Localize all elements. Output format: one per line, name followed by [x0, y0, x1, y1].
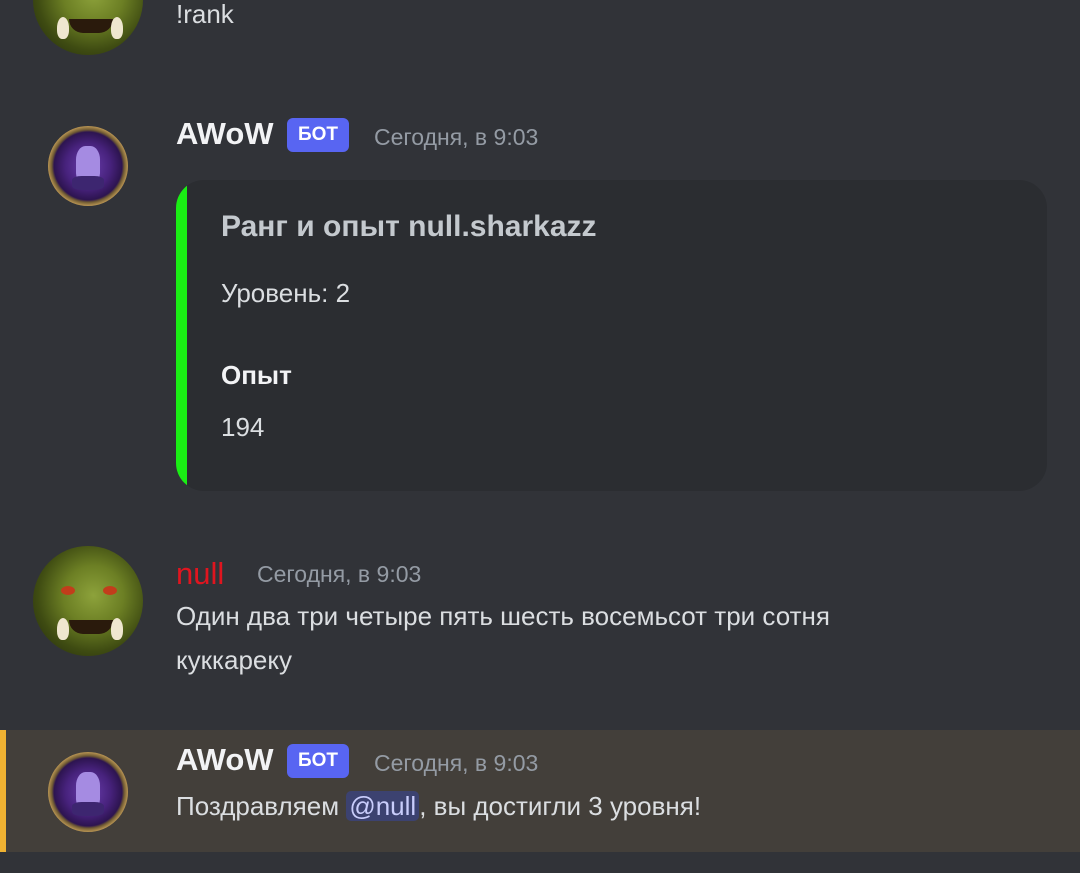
rank-embed: Ранг и опыт null.sharkazz Уровень: 2 Опы…: [176, 180, 1047, 491]
orc-avatar-icon[interactable]: [33, 0, 143, 55]
bot-avatar-icon[interactable]: [48, 126, 128, 206]
bot-avatar-icon[interactable]: [48, 752, 128, 832]
embed-title: Ранг и опыт null.sharkazz: [221, 210, 597, 243]
message-timestamp: Сегодня, в 9:03: [374, 124, 539, 150]
bot-badge: БОТ: [287, 744, 350, 778]
embed-field-name: Опыт: [221, 360, 292, 390]
embed-description: Уровень: 2: [221, 278, 351, 308]
bot-badge: БОТ: [287, 118, 350, 152]
author-name[interactable]: AWoW: [176, 742, 274, 778]
message-text-after: , вы достигли 3 уровня!: [419, 791, 702, 821]
embed-field-value: 194: [221, 412, 265, 442]
message-text: Поздравляем @null, вы достигли 3 уровня!: [176, 784, 701, 828]
author-name[interactable]: AWoW: [176, 116, 274, 152]
message-timestamp: Сегодня, в 9:03: [257, 561, 422, 587]
message-text-line: Один два три четыре пять шесть восемьсот…: [176, 601, 830, 631]
mention-highlight-edge: [0, 730, 6, 852]
message-text-line: куккареку: [176, 645, 293, 675]
user-mention[interactable]: @null: [346, 791, 420, 821]
embed-color-bar: [176, 180, 187, 491]
message-text-before: Поздравляем: [176, 791, 347, 821]
message-text: !rank: [176, 0, 234, 29]
author-name[interactable]: null: [176, 556, 224, 592]
orc-avatar-icon[interactable]: [33, 546, 143, 656]
chat-messages: !rank AWoW БОТ Сегодня, в 9:03 Ранг и оп…: [0, 0, 1080, 873]
message-timestamp: Сегодня, в 9:03: [374, 750, 539, 776]
chat-bottom-spacer: [0, 852, 1080, 873]
